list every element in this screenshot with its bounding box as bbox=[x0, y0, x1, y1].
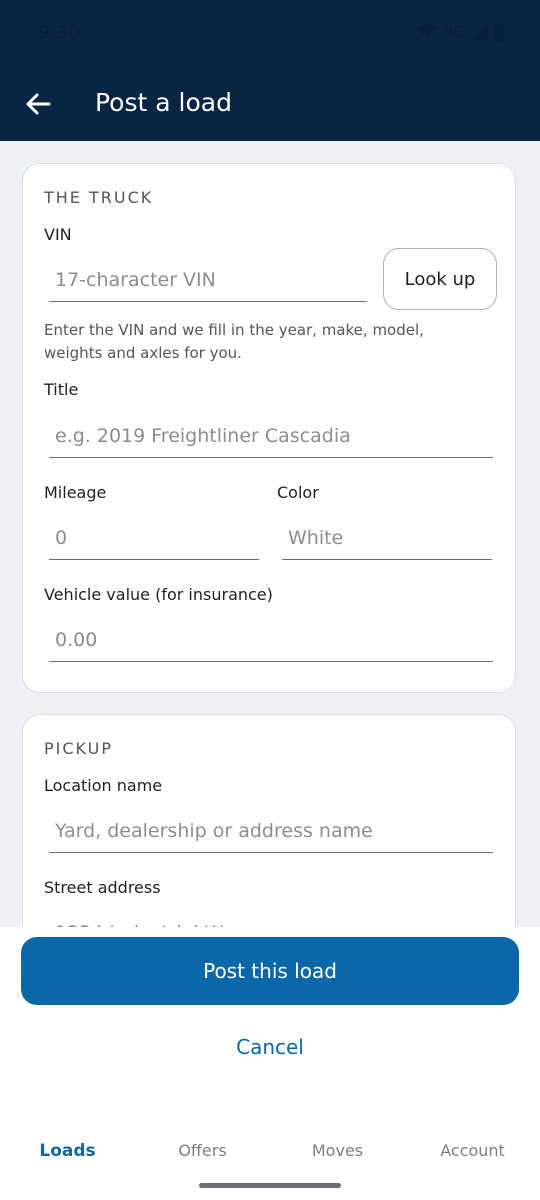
nav-item-account[interactable]: Account bbox=[405, 1127, 540, 1177]
vehicle-value-input[interactable] bbox=[49, 618, 493, 662]
nav-item-loads[interactable]: Loads bbox=[0, 1127, 135, 1177]
cancel-button[interactable]: Cancel bbox=[170, 1027, 370, 1067]
status-time: 9:30 bbox=[38, 22, 81, 43]
title-input[interactable] bbox=[49, 414, 493, 458]
section-title-truck: THE TRUCK bbox=[44, 188, 154, 207]
form-scroll-area[interactable]: THE TRUCK VIN Look up Enter the VIN and … bbox=[0, 141, 540, 927]
post-load-button[interactable]: Post this load bbox=[21, 937, 519, 1005]
page-title: Post a load bbox=[95, 88, 232, 117]
battery-icon bbox=[494, 22, 504, 41]
app-bar: 9:30 3G Post a load bbox=[0, 0, 540, 141]
section-title-pickup: PICKUP bbox=[44, 739, 113, 758]
status-icons: 3G bbox=[417, 22, 504, 41]
vin-helper-text: Enter the VIN and we fill in the year, m… bbox=[44, 321, 424, 362]
wifi-icon bbox=[417, 24, 438, 39]
mileage-input[interactable] bbox=[49, 516, 259, 560]
arrow-back-icon bbox=[26, 93, 51, 115]
back-button[interactable] bbox=[20, 86, 56, 122]
truck-card: THE TRUCK VIN Look up Enter the VIN and … bbox=[22, 163, 516, 693]
location-name-label: Location name bbox=[44, 776, 163, 795]
nav-item-offers[interactable]: Offers bbox=[135, 1127, 270, 1177]
bottom-nav: Loads Offers Moves Account bbox=[0, 1127, 540, 1177]
pickup-card: PICKUP Location name Street address bbox=[22, 714, 516, 927]
network-type: 3G bbox=[443, 22, 466, 41]
bottom-panel: Post this load Cancel Loads Offers Moves… bbox=[0, 927, 540, 1200]
lookup-button[interactable]: Look up bbox=[383, 248, 497, 310]
mileage-label: Mileage bbox=[44, 483, 107, 502]
nav-item-moves[interactable]: Moves bbox=[270, 1127, 405, 1177]
street-address-input[interactable] bbox=[49, 911, 493, 927]
color-label: Color bbox=[277, 483, 319, 502]
signal-icon bbox=[472, 23, 488, 40]
color-input[interactable] bbox=[282, 516, 492, 560]
title-label: Title bbox=[44, 380, 79, 399]
vin-input[interactable] bbox=[49, 258, 367, 302]
location-name-input[interactable] bbox=[49, 809, 493, 853]
home-indicator[interactable] bbox=[199, 1183, 341, 1188]
status-bar: 9:30 3G bbox=[0, 0, 540, 66]
vin-label: VIN bbox=[44, 225, 72, 244]
street-address-label: Street address bbox=[44, 878, 161, 897]
vehicle-value-label: Vehicle value (for insurance) bbox=[44, 585, 273, 604]
